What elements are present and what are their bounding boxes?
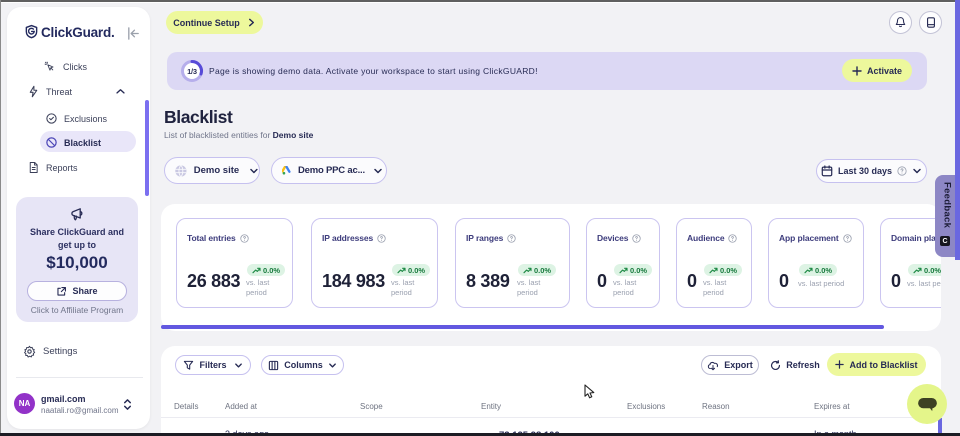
svg-text:Feedback: Feedback xyxy=(942,182,953,229)
